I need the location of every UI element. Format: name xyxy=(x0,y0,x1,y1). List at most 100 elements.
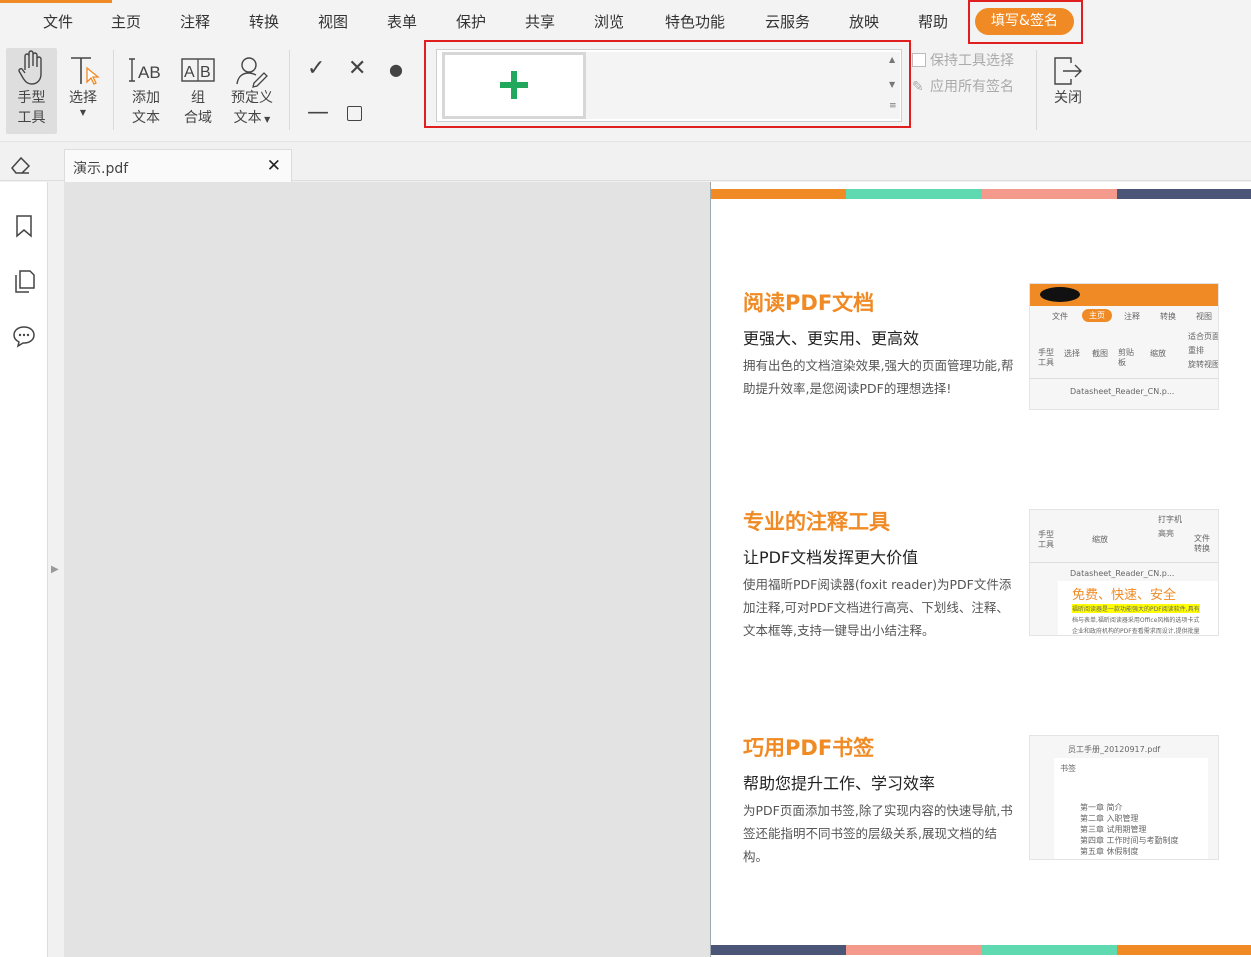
screenshot-thumbnail-annotation: 手型 工具 缩放 打字机 高亮 文件 转换 Datasheet_Reader_C… xyxy=(1029,509,1219,636)
menu-help[interactable]: 帮助 xyxy=(918,11,948,32)
menu-file[interactable]: 文件 xyxy=(43,11,73,32)
thumb-text-line: 档与表单,福昕阅读器采用Office风格的选项卡式 xyxy=(1072,617,1200,624)
comments-icon[interactable] xyxy=(12,324,36,348)
band-segment xyxy=(1116,189,1251,199)
menu-cloud[interactable]: 云服务 xyxy=(765,11,810,32)
menu-convert[interactable]: 转换 xyxy=(249,11,279,32)
screenshot-thumbnail-bookmarks: 员工手册_20120917.pdf 书签 第一章 简介 第二章 入职管理 第三章… xyxy=(1029,735,1219,860)
thumb-bookmark-item: 第二章 入职管理 xyxy=(1080,814,1139,823)
expand-sidebar-icon[interactable]: ▶ xyxy=(51,564,59,575)
screenshot-thumbnail-reader: 文件 主页 注释 转换 视图 手型 工具 选择 截图 剪贴 板 缩放 适合页面 … xyxy=(1029,283,1219,410)
thumb-highlight-line: 福昕阅读器是一款功能强大的PDF阅读软件,具有 xyxy=(1072,604,1200,613)
section-body: 使用福昕PDF阅读器(foxit reader)为PDF文件添加注释,可对PDF… xyxy=(743,577,1012,638)
thumb-divider xyxy=(1030,378,1218,379)
thumb-tool: 手型 工具 xyxy=(1038,530,1054,549)
bottom-color-band xyxy=(711,945,1251,955)
thumb-tab: 转换 xyxy=(1160,312,1176,321)
band-segment xyxy=(711,945,847,955)
add-text-label: 添加 文本 xyxy=(132,90,160,126)
thumb-tab: 文件 xyxy=(1052,312,1068,321)
menu-features[interactable]: 特色功能 xyxy=(665,11,725,32)
add-text-button[interactable]: AB 添加 文本 xyxy=(124,54,168,128)
comb-field-button[interactable]: A B 组 合域 xyxy=(178,54,218,128)
thumb-heading: 免费、快速、安全 xyxy=(1072,588,1177,603)
comb-field-label: 组 合域 xyxy=(184,90,212,126)
pen-icon: ✎ xyxy=(912,79,924,95)
top-color-band xyxy=(711,189,1251,199)
menu-form[interactable]: 表单 xyxy=(387,11,417,32)
thumb-tool: 缩放 xyxy=(1150,349,1166,358)
thumb-tool: 旋转视图 xyxy=(1188,360,1219,369)
menu-comment[interactable]: 注释 xyxy=(180,11,210,32)
keep-tool-checkbox[interactable] xyxy=(912,53,926,67)
menu-home[interactable]: 主页 xyxy=(111,11,141,32)
section-body: 拥有出色的文档渲染效果,强大的页面管理功能,帮助提升效率,是您阅读PDF的理想选… xyxy=(743,358,1014,396)
section-title: 阅读PDF文档 xyxy=(743,291,875,315)
close-button[interactable]: 关闭 xyxy=(1046,54,1090,108)
predefined-dropdown-icon[interactable]: ▼ xyxy=(262,115,270,124)
check-mark-icon[interactable]: ✓ xyxy=(307,56,325,81)
thumb-bookmark-item: 第四章 工作时间与考勤制度 xyxy=(1080,836,1179,845)
left-sidebar xyxy=(0,182,48,957)
thumb-text-line: 企业和政府机构的PDF查看需求而设计,提供批量 xyxy=(1072,628,1200,635)
thumb-panel-title: 书签 xyxy=(1060,764,1076,773)
hand-tool-label: 手型 工具 xyxy=(17,90,46,126)
separator xyxy=(289,50,290,130)
line-mark-icon[interactable]: — xyxy=(307,100,329,125)
thumb-file-tab: 员工手册_20120917.pdf xyxy=(1068,745,1161,754)
keep-tool-selected-option[interactable]: 保持工具选择 xyxy=(912,50,1014,70)
svg-text:AB: AB xyxy=(138,63,161,82)
menu-view[interactable]: 视图 xyxy=(318,11,348,32)
menu-browse[interactable]: 浏览 xyxy=(594,11,624,32)
thumb-tool: 适合页面 xyxy=(1188,332,1219,341)
hand-tool-button[interactable]: 手型 工具 xyxy=(6,48,57,134)
select-button[interactable]: 选择 ▼ xyxy=(62,54,104,118)
apply-all-signatures-option[interactable]: ✎ 应用所有签名 xyxy=(912,76,1014,96)
user-edit-icon xyxy=(236,57,268,88)
thumb-tool: 选择 xyxy=(1064,349,1080,358)
eraser-icon[interactable] xyxy=(9,154,33,176)
select-label: 选择 xyxy=(69,90,97,106)
svg-text:A: A xyxy=(184,64,195,81)
thumb-file-tab: Datasheet_Reader_CN.p... xyxy=(1070,387,1175,396)
bookmark-icon[interactable] xyxy=(12,214,36,238)
thumb-logo xyxy=(1040,287,1080,302)
band-segment xyxy=(846,945,982,955)
menu-protect[interactable]: 保护 xyxy=(456,11,486,32)
pages-icon[interactable] xyxy=(12,269,36,293)
thumb-bookmark-item: 第五章 休假制度 xyxy=(1080,847,1139,856)
thumb-tool: 重排 xyxy=(1188,346,1204,355)
section-title: 巧用PDF书签 xyxy=(743,736,875,760)
predefined-text-button[interactable]: 预定义 文本 ▼ xyxy=(226,54,278,130)
section-body: 为PDF页面添加书签,除了实现内容的快速导航,书签还能指明不同书签的层级关系,展… xyxy=(743,803,1013,864)
section-subtitle: 让PDF文档发挥更大价值 xyxy=(743,548,919,567)
svg-text:B: B xyxy=(200,64,211,81)
dot-mark-icon[interactable]: ● xyxy=(389,60,403,79)
hand-icon xyxy=(17,50,42,85)
thumb-tool: 截图 xyxy=(1092,349,1108,358)
thumb-tool: 高亮 xyxy=(1158,529,1174,538)
band-segment xyxy=(1116,945,1251,955)
thumb-bookmark-item: 第三章 试用期管理 xyxy=(1080,825,1147,834)
select-dropdown-icon[interactable]: ▼ xyxy=(62,108,104,118)
close-tab-icon[interactable]: ✕ xyxy=(267,156,281,176)
thumb-file-tab: Datasheet_Reader_CN.p... xyxy=(1070,569,1175,578)
box-mark-icon[interactable] xyxy=(347,106,362,121)
thumb-tool: 手型 工具 xyxy=(1038,348,1054,367)
thumb-tab: 注释 xyxy=(1124,312,1140,321)
cross-mark-icon[interactable]: ✕ xyxy=(348,56,366,81)
text-select-icon xyxy=(71,57,100,85)
add-text-icon: AB xyxy=(129,58,161,82)
document-tab[interactable]: 演示.pdf ✕ xyxy=(64,149,292,182)
separator xyxy=(113,50,114,130)
predefined-text-label: 预定义 文本 ▼ xyxy=(231,90,273,126)
section-subtitle: 更强大、更实用、更高效 xyxy=(743,329,920,348)
thumb-bookmark-item: 第一章 简介 xyxy=(1080,803,1123,812)
menu-slideshow[interactable]: 放映 xyxy=(849,11,879,32)
section-title: 专业的注释工具 xyxy=(743,510,890,534)
thumb-tool: 打字机 xyxy=(1158,515,1182,524)
thumb-tool: 缩放 xyxy=(1092,535,1108,544)
thumb-divider xyxy=(1030,562,1218,563)
comb-field-icon: A B xyxy=(181,58,215,82)
menu-share[interactable]: 共享 xyxy=(525,11,555,32)
